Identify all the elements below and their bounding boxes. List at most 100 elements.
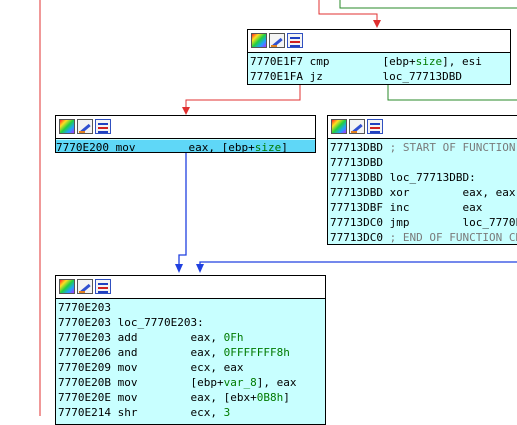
node-loc-77713dbd[interactable]: 77713DBD ; START OF FUNCTION CHUNK77713D… bbox=[327, 115, 517, 245]
address: 77713DBD bbox=[330, 186, 383, 199]
disasm-line[interactable]: 7770E209 mov ecx, eax bbox=[58, 360, 325, 375]
variable-name: var_8 bbox=[223, 376, 257, 389]
disasm-line[interactable]: 7770E203 loc_7770E203: bbox=[58, 315, 325, 330]
node-body: 7770E1F7 cmp [ebp+size], esi 7770E1FA jz … bbox=[248, 53, 510, 84]
disasm-line[interactable]: 77713DC0 ; END OF FUNCTION CHUNK bbox=[330, 230, 517, 244]
rename-icon[interactable] bbox=[349, 119, 365, 134]
disasm-line[interactable]: 77713DBD xor eax, eax bbox=[330, 185, 517, 200]
operand: [ebp+ bbox=[382, 55, 416, 68]
address: 7770E203 bbox=[58, 301, 111, 314]
disasm-line[interactable]: 7770E200 mov eax, [ebp+size] bbox=[56, 140, 315, 153]
mnemonic: add bbox=[117, 331, 138, 344]
operand: [ebp+ bbox=[190, 376, 224, 389]
address: 77713DBD bbox=[330, 141, 383, 154]
operand: eax, eax bbox=[462, 186, 516, 199]
node-header bbox=[248, 30, 510, 53]
node-header bbox=[328, 116, 517, 139]
mnemonic: and bbox=[117, 346, 138, 359]
operand: loc_7770E203 bbox=[462, 216, 517, 229]
address: 7770E203 bbox=[58, 316, 111, 329]
variable-name: size bbox=[415, 55, 443, 68]
mnemonic: cmp bbox=[309, 55, 330, 68]
mnemonic: inc bbox=[389, 201, 410, 214]
variable-name: size bbox=[254, 141, 282, 153]
node-loc-7770e203[interactable]: 7770E203 7770E203 loc_7770E203: 7770E203 … bbox=[55, 275, 326, 425]
address: 77713DC0 bbox=[330, 231, 383, 244]
graph-overview-icon[interactable] bbox=[367, 119, 383, 134]
address: 7770E209 bbox=[58, 361, 111, 374]
immediate-value: 0B8h bbox=[256, 391, 284, 404]
node-mov[interactable]: 7770E200 mov eax, [ebp+size] bbox=[55, 115, 316, 153]
color-palette-icon[interactable] bbox=[59, 279, 75, 294]
disasm-line[interactable]: 77713DBF inc eax bbox=[330, 200, 517, 215]
operand: ], eax bbox=[256, 376, 297, 389]
graph-overview-icon[interactable] bbox=[287, 33, 303, 48]
node-body: 77713DBD ; START OF FUNCTION CHUNK77713D… bbox=[328, 139, 517, 244]
disasm-line[interactable]: 77713DBD ; START OF FUNCTION CHUNK bbox=[330, 140, 517, 155]
disasm-line[interactable]: 7770E20E mov eax, [ebx+0B8h] bbox=[58, 390, 325, 405]
disasm-line[interactable]: 7770E1FA jz loc_77713DBD bbox=[250, 69, 510, 84]
address: 77713DBF bbox=[330, 201, 383, 214]
arrowhead-blue bbox=[196, 264, 204, 273]
address: 7770E200 bbox=[56, 141, 109, 153]
edge-jmp-to-e203 bbox=[199, 261, 517, 270]
mnemonic: mov bbox=[117, 361, 138, 374]
edge-false-cmp-to-loc bbox=[387, 84, 517, 101]
rename-icon[interactable] bbox=[269, 33, 285, 48]
edge-false-top bbox=[339, 0, 517, 9]
address: 7770E20E bbox=[58, 391, 111, 404]
graph-overview-icon[interactable] bbox=[95, 279, 111, 294]
operand: ecx, bbox=[190, 406, 224, 419]
arrowhead-red bbox=[373, 20, 381, 28]
operand: eax, bbox=[190, 346, 224, 359]
color-palette-icon[interactable] bbox=[331, 119, 347, 134]
immediate-value: 3 bbox=[223, 406, 231, 419]
disasm-line[interactable]: 7770E214 shr ecx, 3 bbox=[58, 405, 325, 420]
disasm-line[interactable]: 7770E20B mov [ebp+var_8], eax bbox=[58, 375, 325, 390]
disasm-line[interactable]: 77713DBD bbox=[330, 155, 517, 170]
disasm-line[interactable]: 7770E1F7 cmp [ebp+size], esi bbox=[250, 54, 510, 69]
operand: eax, [ebp+ bbox=[188, 141, 255, 153]
rename-icon[interactable] bbox=[77, 279, 93, 294]
mnemonic: mov bbox=[117, 391, 138, 404]
address: 7770E20B bbox=[58, 376, 111, 389]
disasm-line[interactable]: 77713DC0 jmp loc_7770E203 bbox=[330, 215, 517, 230]
address: 77713DBD bbox=[330, 156, 383, 169]
mnemonic: mov bbox=[117, 376, 138, 389]
address: 7770E1FA bbox=[250, 70, 303, 83]
color-palette-icon[interactable] bbox=[251, 33, 267, 48]
immediate-value: 0FFFFFFF8h bbox=[223, 346, 290, 359]
graph-overview-icon[interactable] bbox=[95, 119, 111, 134]
operand: loc_77713DBD: bbox=[389, 171, 476, 184]
disasm-line[interactable]: 7770E206 and eax, 0FFFFFFF8h bbox=[58, 345, 325, 360]
address: 77713DC0 bbox=[330, 216, 383, 229]
mnemonic: shr bbox=[117, 406, 138, 419]
arrowhead-blue bbox=[175, 264, 183, 273]
operand: eax, [ebx+ bbox=[190, 391, 257, 404]
mnemonic: jmp bbox=[389, 216, 410, 229]
rename-icon[interactable] bbox=[77, 119, 93, 134]
operand: loc_7770E203: bbox=[117, 316, 204, 329]
operand: loc_77713DBD bbox=[382, 70, 462, 83]
mnemonic: mov bbox=[115, 141, 136, 153]
node-header bbox=[56, 116, 315, 139]
operand: ] bbox=[281, 141, 288, 153]
comment: ; START OF FUNCTION CHUNK bbox=[389, 141, 516, 154]
mnemonic: jz bbox=[309, 70, 323, 83]
address: 7770E206 bbox=[58, 346, 111, 359]
address: 7770E203 bbox=[58, 331, 111, 344]
operand: eax, bbox=[190, 331, 224, 344]
disasm-line[interactable]: 77713DBD loc_77713DBD: bbox=[330, 170, 517, 185]
node-body: 7770E203 7770E203 loc_7770E203: 7770E203 … bbox=[56, 299, 325, 420]
node-header bbox=[56, 276, 325, 299]
disasm-line[interactable]: 7770E203 add eax, 0Fh bbox=[58, 330, 325, 345]
edge-mov-to-e203 bbox=[178, 152, 187, 270]
arrowhead-red bbox=[182, 107, 190, 115]
disasm-line[interactable]: 7770E203 bbox=[58, 300, 325, 315]
immediate-value: 0Fh bbox=[223, 331, 244, 344]
edge-true-cmp-to-mov bbox=[185, 84, 301, 113]
node-cmp[interactable]: 7770E1F7 cmp [ebp+size], esi 7770E1FA jz … bbox=[247, 29, 511, 85]
color-palette-icon[interactable] bbox=[59, 119, 75, 134]
edge-true-into-cmp bbox=[318, 0, 378, 26]
operand: eax bbox=[462, 201, 483, 214]
